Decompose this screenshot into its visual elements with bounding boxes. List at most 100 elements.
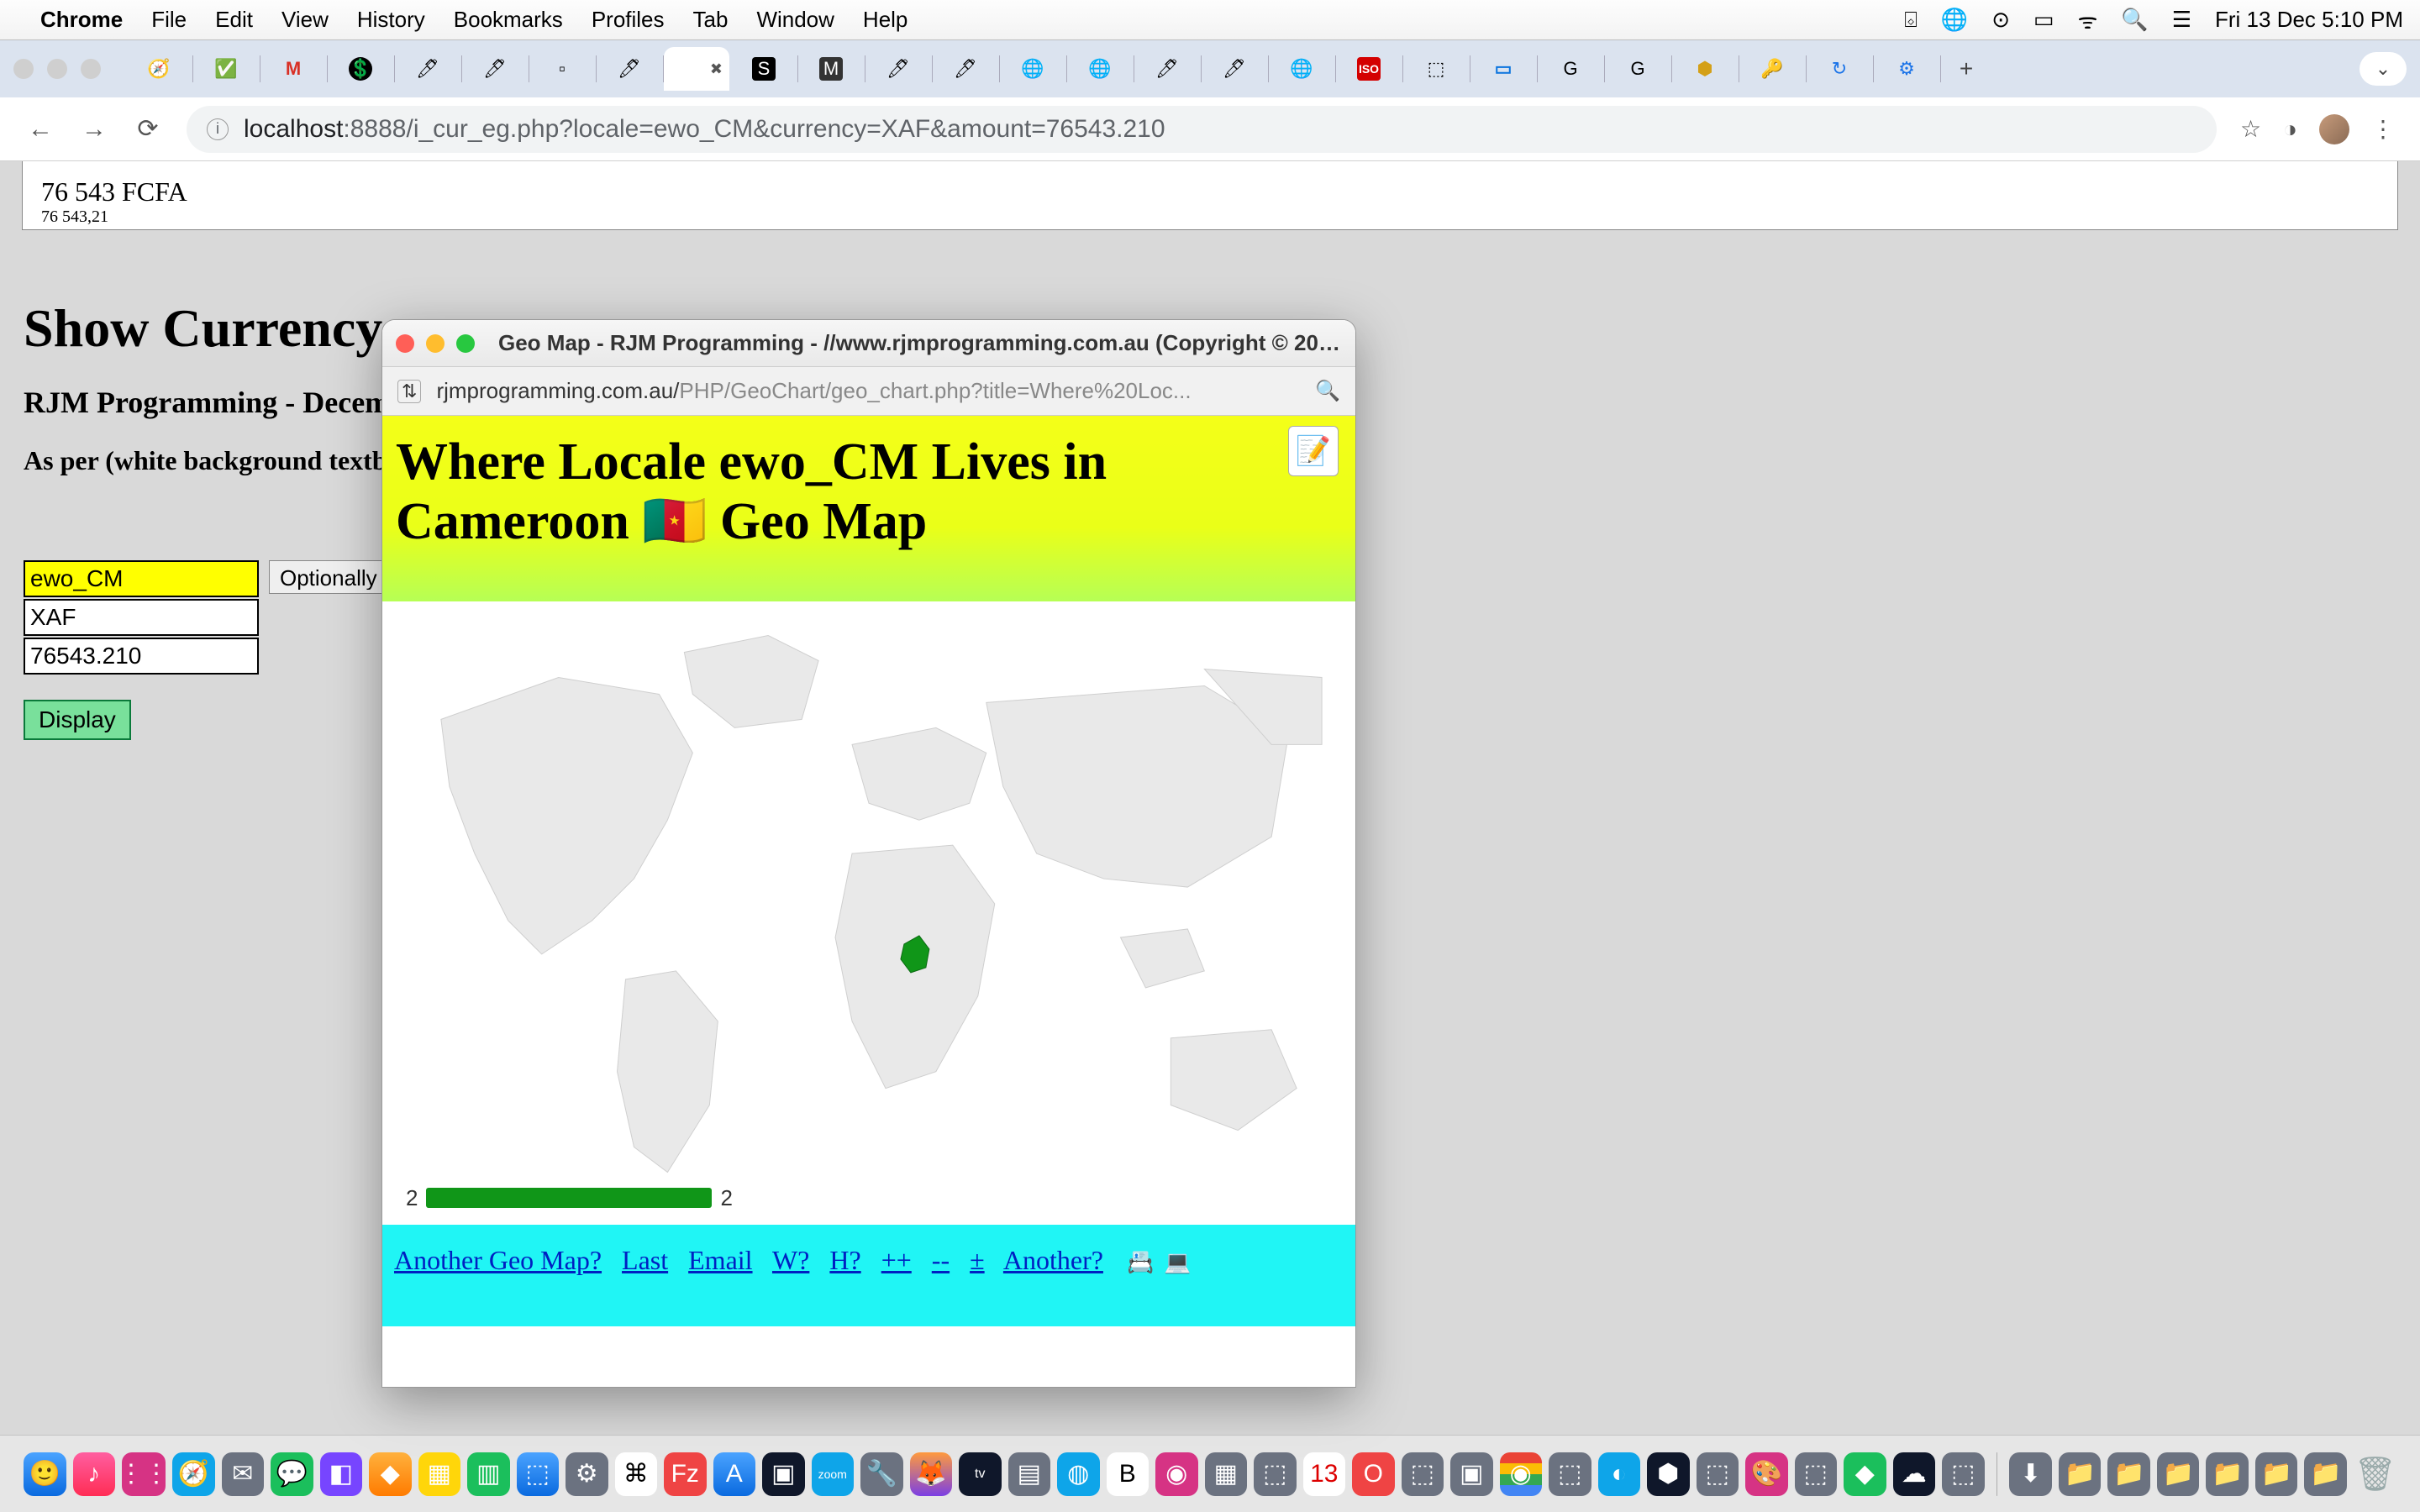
popup-close-button[interactable] (396, 334, 414, 353)
link-w[interactable]: W? (772, 1245, 809, 1275)
app-icon[interactable]: ⬚ (1402, 1452, 1444, 1496)
menubar-clock[interactable]: Fri 13 Dec 5:10 PM (2215, 7, 2403, 33)
app-icon[interactable]: ▣ (1450, 1452, 1493, 1496)
tab-16[interactable]: 🖊 (1202, 47, 1267, 91)
bookmark-star-icon[interactable]: ☆ (2240, 115, 2261, 143)
popup-zoom-button[interactable] (456, 334, 475, 353)
forward-button[interactable]: → (79, 115, 109, 144)
terminal-icon[interactable]: ▣ (762, 1452, 805, 1496)
tab-6[interactable]: ▫ (529, 47, 595, 91)
link-minusminus[interactable]: -- (932, 1245, 950, 1275)
geo-map-chart[interactable]: 2 2 (382, 601, 1355, 1225)
folder-icon[interactable]: 📁 (2304, 1452, 2347, 1496)
currency-input[interactable] (24, 599, 259, 636)
tab-5[interactable]: 🖊 (462, 47, 528, 91)
tab-15[interactable]: 🖊 (1134, 47, 1200, 91)
menu-file[interactable]: File (151, 7, 187, 33)
podcasts-icon[interactable]: ⋮⋮ (122, 1452, 166, 1496)
minimize-window-button[interactable] (47, 59, 67, 79)
app-icon[interactable]: ☁ (1893, 1452, 1936, 1496)
tab-7[interactable]: 🖊 (597, 47, 662, 91)
control-center-icon[interactable]: ☰ (2172, 7, 2191, 33)
link-h[interactable]: H? (829, 1245, 860, 1275)
opera-icon[interactable]: O (1352, 1452, 1395, 1496)
tab-22[interactable]: G (1605, 47, 1670, 91)
app-icon[interactable]: ⬚ (1942, 1452, 1985, 1496)
app-icon[interactable]: ◍ (1057, 1452, 1100, 1496)
downloads-icon[interactable]: ⬇ (2009, 1452, 2052, 1496)
tab-25[interactable]: ↻ (1807, 47, 1872, 91)
firefox-icon[interactable]: 🦊 (910, 1452, 953, 1496)
brackets-icon[interactable]: B (1107, 1452, 1150, 1496)
spotlight-icon[interactable]: 🔍 (2121, 7, 2148, 33)
menu-bookmarks[interactable]: Bookmarks (454, 7, 563, 33)
app-icon[interactable]: ▦ (1205, 1452, 1248, 1496)
note-icon[interactable]: 📝 (1288, 426, 1339, 476)
zoom-icon[interactable]: zoom (812, 1452, 855, 1496)
app-icon[interactable]: ▥ (467, 1452, 510, 1496)
trash-icon[interactable]: 🗑 (2354, 1454, 2396, 1494)
tab-14[interactable]: 🌐 (1067, 47, 1133, 91)
link-plusminus[interactable]: ± (970, 1245, 985, 1275)
play-icon[interactable]: ⊙ (1991, 7, 2010, 33)
tab-20[interactable]: ▭ (1470, 47, 1536, 91)
menu-window[interactable]: Window (756, 7, 834, 33)
calendar-icon[interactable]: 13 (1303, 1452, 1346, 1496)
safari-icon[interactable]: 🧭 (172, 1452, 215, 1496)
folder-icon[interactable]: 📁 (2157, 1452, 2200, 1496)
tab-0[interactable]: 🧭 (126, 47, 192, 91)
site-info-icon[interactable]: i (207, 118, 229, 140)
menu-tab[interactable]: Tab (693, 7, 729, 33)
filezilla-icon[interactable]: Fz (664, 1452, 707, 1496)
tab-10[interactable]: M (798, 47, 864, 91)
tab-4[interactable]: 🖊 (395, 47, 460, 91)
chrome-menu-icon[interactable]: ⋮ (2371, 115, 2395, 143)
close-tab-icon[interactable]: ✖ (710, 60, 723, 78)
popup-minimize-button[interactable] (426, 334, 445, 353)
tab-19[interactable]: ⬚ (1403, 47, 1469, 91)
status-icon[interactable]: ⌺ (1904, 7, 1918, 34)
app-icon[interactable]: ◐ (1598, 1452, 1641, 1496)
folder-icon[interactable]: 📁 (2107, 1452, 2150, 1496)
computer-icon[interactable]: 💻 (1164, 1250, 1191, 1274)
card-icon[interactable]: 📇 (1127, 1250, 1154, 1274)
display-button[interactable]: Display (24, 700, 131, 740)
link-email[interactable]: Email (688, 1245, 752, 1275)
profile-avatar[interactable] (2319, 114, 2349, 144)
popup-address-bar[interactable]: ⇅ rjmprogramming.com.au/PHP/GeoChart/geo… (382, 367, 1355, 416)
menu-view[interactable]: View (281, 7, 329, 33)
app-icon[interactable]: ◆ (1844, 1452, 1886, 1496)
locale-input[interactable] (24, 560, 259, 597)
app-icon[interactable]: ⬚ (1549, 1452, 1591, 1496)
tab-2[interactable]: M (260, 47, 326, 91)
app-icon[interactable]: ⬢ (1647, 1452, 1690, 1496)
popup-site-info-icon[interactable]: ⇅ (397, 380, 421, 403)
app-icon[interactable]: 🔧 (860, 1452, 903, 1496)
appletv-icon[interactable]: tv (959, 1452, 1002, 1496)
locale-icon[interactable]: 🌐 (1941, 7, 1968, 33)
app-icon[interactable]: ⬚ (1254, 1452, 1297, 1496)
app-icon[interactable]: ▦ (418, 1452, 461, 1496)
tab-18[interactable]: ISO (1336, 47, 1402, 91)
tab-24[interactable]: 🔑 (1739, 47, 1805, 91)
close-window-button[interactable] (13, 59, 34, 79)
tab-1[interactable]: ✅ (193, 47, 259, 91)
zoom-window-button[interactable] (81, 59, 101, 79)
messages-icon[interactable]: 💬 (271, 1452, 313, 1496)
menu-app[interactable]: Chrome (40, 7, 123, 33)
tab-11[interactable]: 🖊 (865, 47, 931, 91)
reload-button[interactable]: ⟳ (133, 114, 163, 144)
menu-profiles[interactable]: Profiles (592, 7, 665, 33)
app-icon[interactable]: ◆ (369, 1452, 412, 1496)
extension-icon[interactable]: ◑ (2283, 116, 2297, 143)
folder-icon[interactable]: 📁 (2206, 1452, 2249, 1496)
app-icon[interactable]: ⬚ (1697, 1452, 1739, 1496)
battery-icon[interactable]: ▭ (2033, 7, 2054, 33)
tab-9[interactable]: S (731, 47, 797, 91)
menu-help[interactable]: Help (863, 7, 908, 33)
app-icon[interactable]: ▤ (1008, 1452, 1051, 1496)
app-icon[interactable]: ⚙ (566, 1452, 608, 1496)
tab-26[interactable]: ⚙ (1874, 47, 1939, 91)
tab-17[interactable]: 🌐 (1269, 47, 1334, 91)
app-icon[interactable]: ⌘ (615, 1452, 658, 1496)
